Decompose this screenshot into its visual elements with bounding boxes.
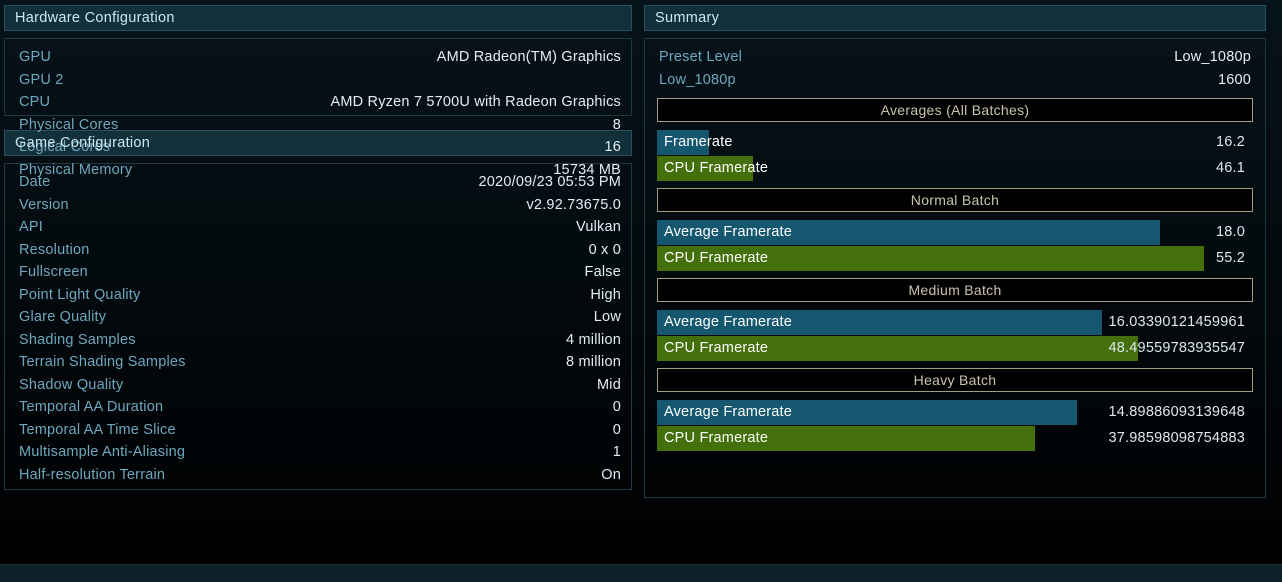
- game-row: Shading Samples 4 million: [19, 329, 621, 352]
- bar-label: CPU Framerate: [664, 160, 769, 176]
- game-row: Glare Quality Low: [19, 306, 621, 329]
- batch-header-normal: Normal Batch: [657, 188, 1253, 212]
- framerate-bar-row: Average Framerate 14.89886093139648: [657, 400, 1253, 425]
- hardware-row-key: GPU 2: [19, 71, 64, 88]
- hardware-row-value: AMD Ryzen 7 5700U with Radeon Graphics: [330, 94, 621, 110]
- results-columns: Hardware Configuration GPU AMD Radeon(TM…: [0, 0, 1282, 565]
- bar-value: 14.89886093139648: [1108, 404, 1245, 420]
- game-row-value: 1: [612, 444, 621, 460]
- bar-value: 37.98598098754883: [1108, 430, 1245, 446]
- game-row-key: Version: [19, 196, 69, 213]
- hardware-configuration-header: Hardware Configuration: [4, 5, 632, 31]
- hardware-row-key: CPU: [19, 94, 51, 110]
- summary-row-key: Preset Level: [659, 49, 742, 65]
- summary-header: Summary: [644, 5, 1266, 31]
- game-row: Point Light Quality High: [19, 284, 621, 307]
- bar-label: Average Framerate: [664, 404, 793, 420]
- game-row-key: Shadow Quality: [19, 376, 124, 393]
- game-row-value: Vulkan: [576, 219, 621, 235]
- game-row-value: 8 million: [566, 354, 621, 370]
- footer-strip: [0, 564, 1282, 582]
- game-row: Resolution 0 x 0: [19, 239, 621, 262]
- bar-label: CPU Framerate: [664, 250, 769, 266]
- bar-value: 16.03390121459961: [1108, 314, 1245, 330]
- game-row-key: API: [19, 219, 43, 235]
- game-row-value: 4 million: [566, 331, 621, 348]
- game-row: Multisample Anti-Aliasing 1: [19, 441, 621, 464]
- batch-header-medium: Medium Batch: [657, 278, 1253, 302]
- right-column: Summary Preset Level Low_1080p Low_1080p…: [640, 0, 1282, 565]
- game-row-key: Shading Samples: [19, 331, 136, 348]
- bar-value: 48.49559783935547: [1108, 340, 1245, 356]
- bar-value: 55.2: [1215, 250, 1245, 266]
- hardware-row-value: AMD Radeon(TM) Graphics: [436, 49, 621, 65]
- framerate-bar-row: CPU Framerate 55.2: [657, 246, 1253, 271]
- game-row-value: On: [601, 466, 621, 483]
- hardware-row-value: 8: [612, 116, 621, 133]
- summary-row: Low_1080p 1600: [659, 69, 1251, 92]
- game-row-value: v2.92.73675.0: [526, 196, 621, 213]
- bar-value: 46.1: [1215, 160, 1245, 176]
- framerate-bar-row: CPU Framerate 48.49559783935547: [657, 336, 1253, 361]
- game-row: Shadow Quality Mid: [19, 374, 621, 397]
- game-row-key: Temporal AA Time Slice: [19, 421, 176, 438]
- game-row-value: Mid: [597, 376, 621, 393]
- game-configuration-body: Date 2020/09/23 05:53 PM Version v2.92.7…: [4, 163, 632, 490]
- bar-label: CPU Framerate: [664, 430, 769, 446]
- game-row-value: Low: [593, 309, 621, 325]
- framerate-bar-row: CPU Framerate 46.1: [657, 156, 1253, 181]
- game-row-value: False: [584, 264, 621, 280]
- hardware-row-value: 16: [604, 139, 621, 155]
- game-row: Terrain Shading Samples 8 million: [19, 351, 621, 374]
- framerate-bar-row: Framerate 16.2: [657, 130, 1253, 155]
- game-row-key: Date: [19, 174, 51, 190]
- bar-label: Average Framerate: [664, 224, 793, 240]
- hardware-configuration-body: GPU AMD Radeon(TM) Graphics GPU 2 CPU AM…: [4, 38, 632, 178]
- hardware-row: CPU AMD Ryzen 7 5700U with Radeon Graphi…: [19, 91, 621, 114]
- game-row-value: High: [590, 286, 621, 303]
- summary-row: Preset Level Low_1080p: [659, 46, 1251, 69]
- game-row-key: Point Light Quality: [19, 286, 141, 303]
- bar-label: CPU Framerate: [664, 340, 769, 356]
- bar-label: Average Framerate: [664, 314, 793, 330]
- framerate-bar-row: Average Framerate 16.03390121459961: [657, 310, 1253, 335]
- game-row-value: 0 x 0: [588, 241, 621, 258]
- game-row: Temporal AA Duration 0: [19, 396, 621, 419]
- game-row: Temporal AA Time Slice 0: [19, 419, 621, 442]
- summary-body: Preset Level Low_1080p Low_1080p 1600 Av…: [644, 38, 1266, 498]
- game-row-key: Terrain Shading Samples: [19, 354, 186, 370]
- game-row: Version v2.92.73675.0: [19, 194, 621, 217]
- batch-header-heavy: Heavy Batch: [657, 368, 1253, 392]
- game-row: API Vulkan: [19, 216, 621, 239]
- batch-header-averages: Averages (All Batches): [657, 98, 1253, 122]
- summary-row-key: Low_1080p: [659, 71, 736, 88]
- game-row-value: 0: [612, 399, 621, 415]
- game-row-key: Glare Quality: [19, 309, 107, 325]
- hardware-row-key: GPU: [19, 49, 52, 65]
- bar-label: Framerate: [664, 134, 733, 150]
- hardware-row: GPU AMD Radeon(TM) Graphics: [19, 46, 621, 69]
- game-row-key: Temporal AA Duration: [19, 399, 164, 415]
- summary-row-value: Low_1080p: [1174, 49, 1251, 65]
- framerate-bar-row: Average Framerate 18.0: [657, 220, 1253, 245]
- game-configuration-header: Game Configuration: [4, 130, 632, 156]
- game-row-value: 0: [612, 421, 621, 438]
- game-row: Fullscreen False: [19, 261, 621, 284]
- bar-value: 16.2: [1215, 134, 1245, 150]
- framerate-bar-row: CPU Framerate 37.98598098754883: [657, 426, 1253, 451]
- summary-row-value: 1600: [1217, 71, 1251, 88]
- game-row-key: Fullscreen: [19, 264, 88, 280]
- bar-value: 18.0: [1215, 224, 1245, 240]
- game-row-value: 2020/09/23 05:53 PM: [478, 174, 621, 190]
- game-row-key: Resolution: [19, 241, 90, 258]
- game-row-key: Multisample Anti-Aliasing: [19, 444, 186, 460]
- game-row-key: Half-resolution Terrain: [19, 466, 166, 483]
- hardware-row: GPU 2: [19, 69, 621, 92]
- left-column: Hardware Configuration GPU AMD Radeon(TM…: [0, 0, 640, 565]
- game-row: Half-resolution Terrain On: [19, 464, 621, 487]
- benchmark-results-screen: Hardware Configuration GPU AMD Radeon(TM…: [0, 0, 1282, 582]
